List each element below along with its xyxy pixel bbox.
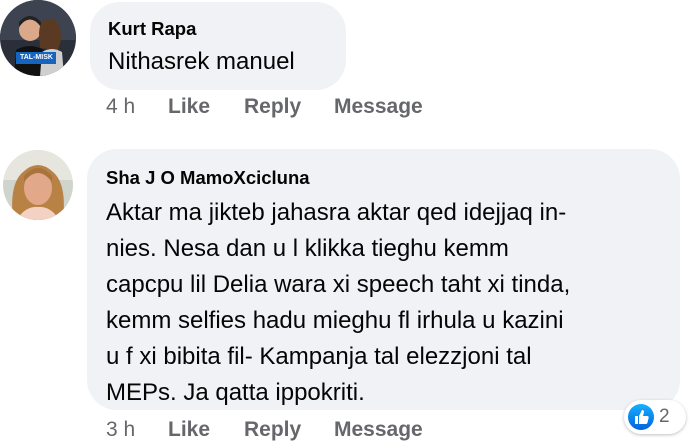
comment-author[interactable]: Kurt Rapa <box>108 18 196 40</box>
reaction-count: 2 <box>659 406 670 427</box>
avatar-badge: TAL-MISK <box>20 54 53 61</box>
comment-bubble: Sha J O MamoXcicluna Aktar ma jikteb jah… <box>87 149 680 410</box>
comment-text-line: nies. Nesa dan u l klikka tieghu kemm <box>106 235 509 262</box>
comment-text-line: kemm selfies hadu mieghu fl irhula u kaz… <box>106 307 564 334</box>
comment-time[interactable]: 3 h <box>106 418 135 442</box>
comment-text-line: capcpu lil Delia wara xi speech taht xi … <box>106 271 571 298</box>
message-link[interactable]: Message <box>334 418 423 442</box>
reply-link[interactable]: Reply <box>244 95 301 119</box>
like-icon <box>628 404 654 430</box>
like-link[interactable]: Like <box>168 95 210 119</box>
comment-text-line: MEPs. Ja qatta ippokriti. <box>106 379 365 406</box>
comment-author[interactable]: Sha J O MamoXcicluna <box>106 167 310 189</box>
comment-actions: 4 h Like Reply Message <box>106 95 466 121</box>
comment-text-line: u f xi bibita fil- Kampanja tal elezzjon… <box>106 343 532 370</box>
reaction-summary[interactable]: 2 <box>624 400 686 434</box>
comment-time[interactable]: 4 h <box>106 95 135 119</box>
avatar-kurt-rapa[interactable]: TAL-MISK <box>0 0 76 76</box>
like-link[interactable]: Like <box>168 418 210 442</box>
comment-text: Nithasrek manuel <box>108 48 295 75</box>
comment-text-line: Aktar ma jikteb jahasra aktar qed idejja… <box>106 199 567 226</box>
comment-bubble: Kurt Rapa Nithasrek manuel <box>90 2 346 90</box>
comment-actions: 3 h Like Reply Message <box>106 418 466 444</box>
avatar-sha-j-o-mamoxcicluna[interactable] <box>3 150 73 220</box>
message-link[interactable]: Message <box>334 95 423 119</box>
reply-link[interactable]: Reply <box>244 418 301 442</box>
